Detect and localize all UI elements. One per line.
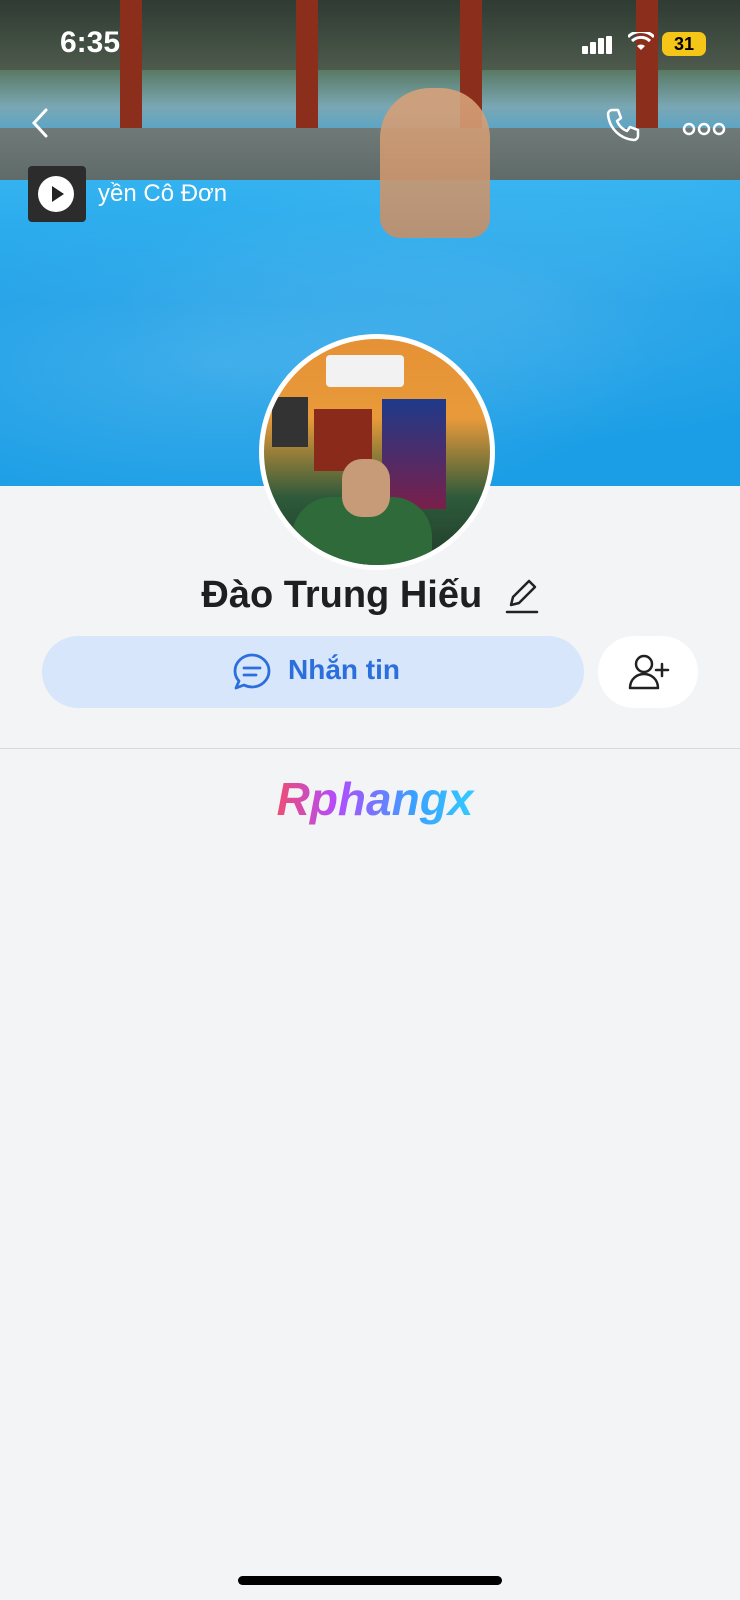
status-bar: 6:35 31 <box>0 0 740 90</box>
home-indicator[interactable] <box>238 1576 502 1585</box>
status-time: 6:35 <box>60 26 121 59</box>
cellular-signal-icon <box>582 36 614 54</box>
battery-icon: 31 <box>662 32 706 56</box>
avatar-face <box>342 459 390 517</box>
avatar-poster <box>382 399 446 509</box>
message-button-label: Nhắn tin <box>288 654 400 685</box>
phone-call-icon[interactable] <box>604 106 642 144</box>
music-title: yền Cô Đơn <box>98 180 228 207</box>
profile-avatar[interactable] <box>259 334 495 570</box>
add-friend-icon <box>628 652 670 692</box>
wifi-icon <box>626 30 656 58</box>
profile-name-row: Đào Trung Hiếu <box>0 574 740 634</box>
avatar-photo <box>264 339 490 565</box>
more-options-icon[interactable] <box>682 112 726 138</box>
section-divider <box>0 748 740 749</box>
profile-name: Đào Trung Hiếu <box>201 574 483 616</box>
profile-music-player[interactable]: yền Cô Đơn <box>28 166 238 222</box>
play-icon[interactable] <box>38 176 74 212</box>
edit-pencil-icon[interactable] <box>505 577 539 615</box>
avatar-air-conditioner <box>326 355 404 387</box>
chat-bubble-icon <box>232 652 272 692</box>
watermark-logo: Rphangx <box>260 772 490 828</box>
back-chevron-icon[interactable] <box>26 106 60 140</box>
top-navigation <box>0 100 740 150</box>
message-button[interactable]: Nhắn tin <box>42 636 584 708</box>
add-friend-button[interactable] <box>598 636 698 708</box>
avatar-poster <box>272 397 308 447</box>
